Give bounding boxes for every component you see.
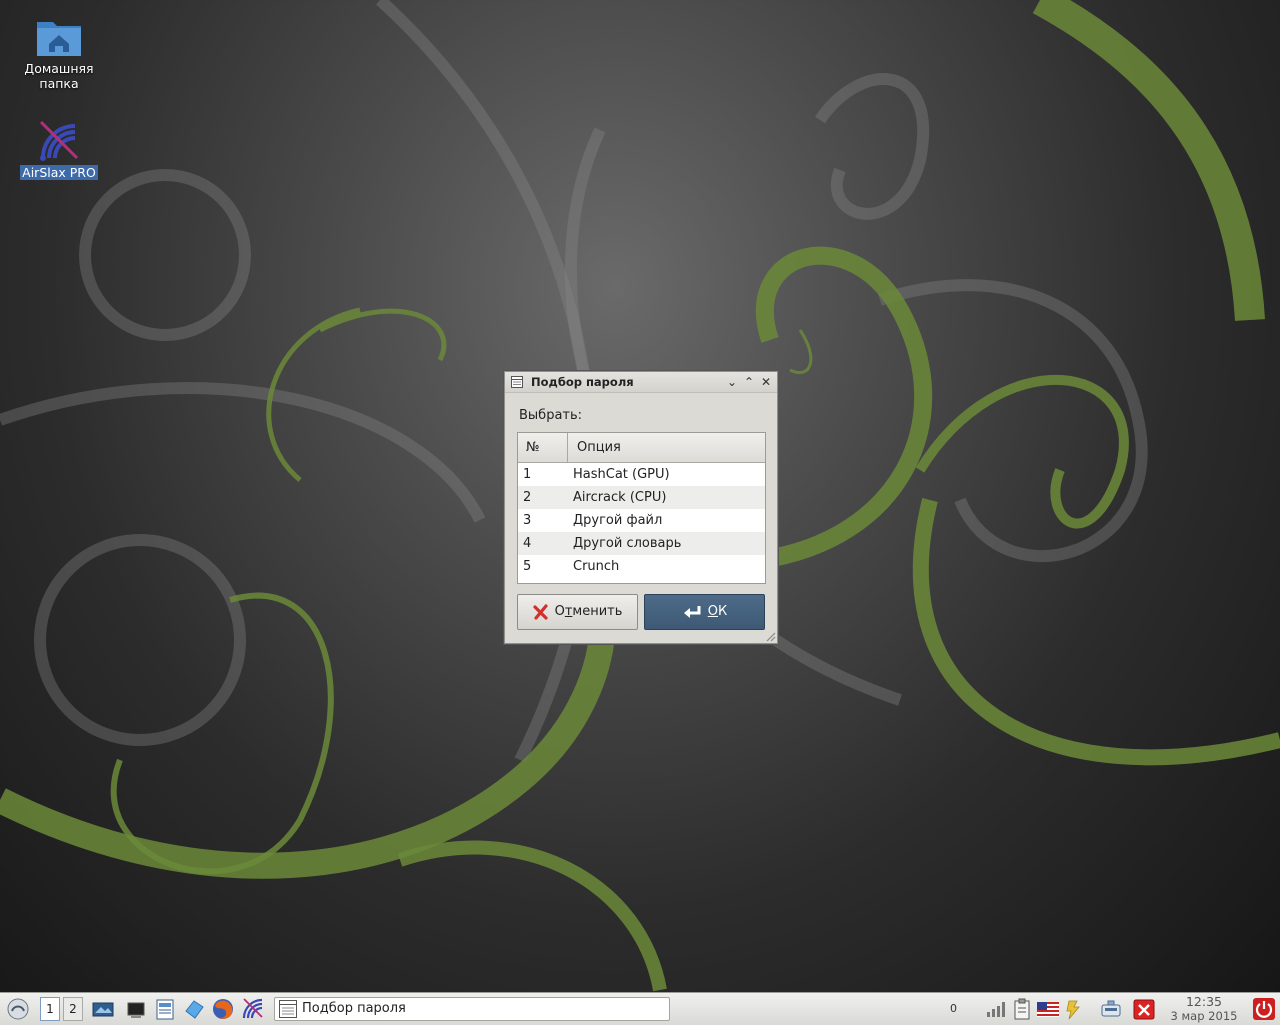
desktop-icon-airslax-pro[interactable]: AirSlax PRO: [14, 118, 104, 180]
dialog-title: Подбор пароля: [531, 375, 634, 389]
clipboard-icon[interactable]: [1011, 997, 1033, 1021]
row-option: Другой словарь: [573, 536, 682, 551]
cancel-button[interactable]: Отменить: [517, 594, 638, 630]
taskbar-window-label: Подбор пароля: [302, 1001, 406, 1016]
clock-time: 12:35: [1185, 994, 1223, 1009]
row-number: 2: [523, 490, 532, 505]
table-row[interactable]: 2 Aircrack (CPU): [518, 486, 765, 509]
show-desktop-icon[interactable]: [92, 997, 114, 1021]
ok-label: ОК: [707, 604, 728, 619]
row-option: Другой файл: [573, 513, 663, 528]
network-manager-icon[interactable]: [1099, 997, 1123, 1021]
terminal-icon[interactable]: [125, 997, 147, 1021]
airslax-icon[interactable]: [241, 997, 265, 1021]
row-number: 4: [523, 536, 532, 551]
window-icon: [511, 376, 523, 388]
ok-button[interactable]: ОК: [644, 594, 765, 630]
password-dialog: Подбор пароля ⌄ ⌃ ✕ Выбрать: № Опция 1 Ha…: [504, 371, 778, 644]
table-row[interactable]: 4 Другой словарь: [518, 532, 765, 555]
power-plug-icon[interactable]: [1063, 997, 1085, 1021]
workspace-1-button[interactable]: 1: [40, 997, 60, 1021]
desktop-icon-home-folder[interactable]: Домашняя папка: [14, 14, 104, 91]
table-row[interactable]: 1 HashCat (GPU): [518, 463, 765, 486]
taskbar-window-button[interactable]: Подбор пароля: [274, 997, 670, 1021]
network-tool-icon[interactable]: [182, 997, 206, 1021]
row-number: 1: [523, 467, 532, 482]
airslax-icon: [39, 120, 79, 161]
row-option: HashCat (GPU): [573, 467, 670, 482]
workspace-2-button[interactable]: 2: [63, 997, 83, 1021]
clock[interactable]: 12:35 3 мар 2015: [1164, 994, 1244, 1023]
column-header-option[interactable]: Опция: [569, 433, 764, 462]
firefox-icon[interactable]: [211, 997, 235, 1021]
close-app-icon[interactable]: [1132, 997, 1156, 1021]
tray-counter: 0: [950, 1002, 957, 1015]
clock-date: 3 мар 2015: [1170, 1009, 1238, 1023]
maximize-button[interactable]: ⌃: [741, 374, 757, 390]
window-icon: [279, 1000, 297, 1018]
close-button[interactable]: ✕: [758, 374, 774, 390]
dialog-prompt: Выбрать:: [519, 408, 583, 423]
start-menu-icon[interactable]: [6, 997, 30, 1021]
signal-icon[interactable]: [984, 997, 1006, 1021]
power-icon[interactable]: [1252, 997, 1276, 1021]
row-number: 3: [523, 513, 532, 528]
us-flag-icon[interactable]: [1036, 997, 1060, 1021]
table-row[interactable]: 3 Другой файл: [518, 509, 765, 532]
cancel-x-icon: [532, 603, 548, 620]
taskbar: 1 2 Подбор пароля 0 12:35 3 мар 2015: [0, 992, 1280, 1025]
resize-grip-icon[interactable]: [764, 630, 776, 642]
enter-arrow-icon: [683, 605, 701, 618]
dialog-titlebar[interactable]: Подбор пароля ⌄ ⌃ ✕: [505, 372, 777, 393]
minimize-button[interactable]: ⌄: [724, 374, 740, 390]
table-header: № Опция: [518, 433, 765, 463]
column-header-number[interactable]: №: [518, 433, 568, 462]
home-folder-icon: [37, 22, 81, 56]
row-option: Crunch: [573, 559, 620, 574]
table-body: 1 HashCat (GPU) 2 Aircrack (CPU) 3 Другой ф…: [518, 463, 765, 578]
options-table: № Опция 1 HashCat (GPU) 2 Aircrack (CPU) 3…: [517, 432, 766, 584]
cancel-label: Отменить: [554, 604, 623, 619]
table-row[interactable]: 5 Crunch: [518, 555, 765, 578]
row-option: Aircrack (CPU): [573, 490, 667, 505]
row-number: 5: [523, 559, 532, 574]
file-manager-icon[interactable]: [154, 997, 176, 1021]
desktop-icon-label: AirSlax PRO: [20, 165, 98, 180]
desktop-icon-label: Домашняя папка: [24, 61, 94, 91]
